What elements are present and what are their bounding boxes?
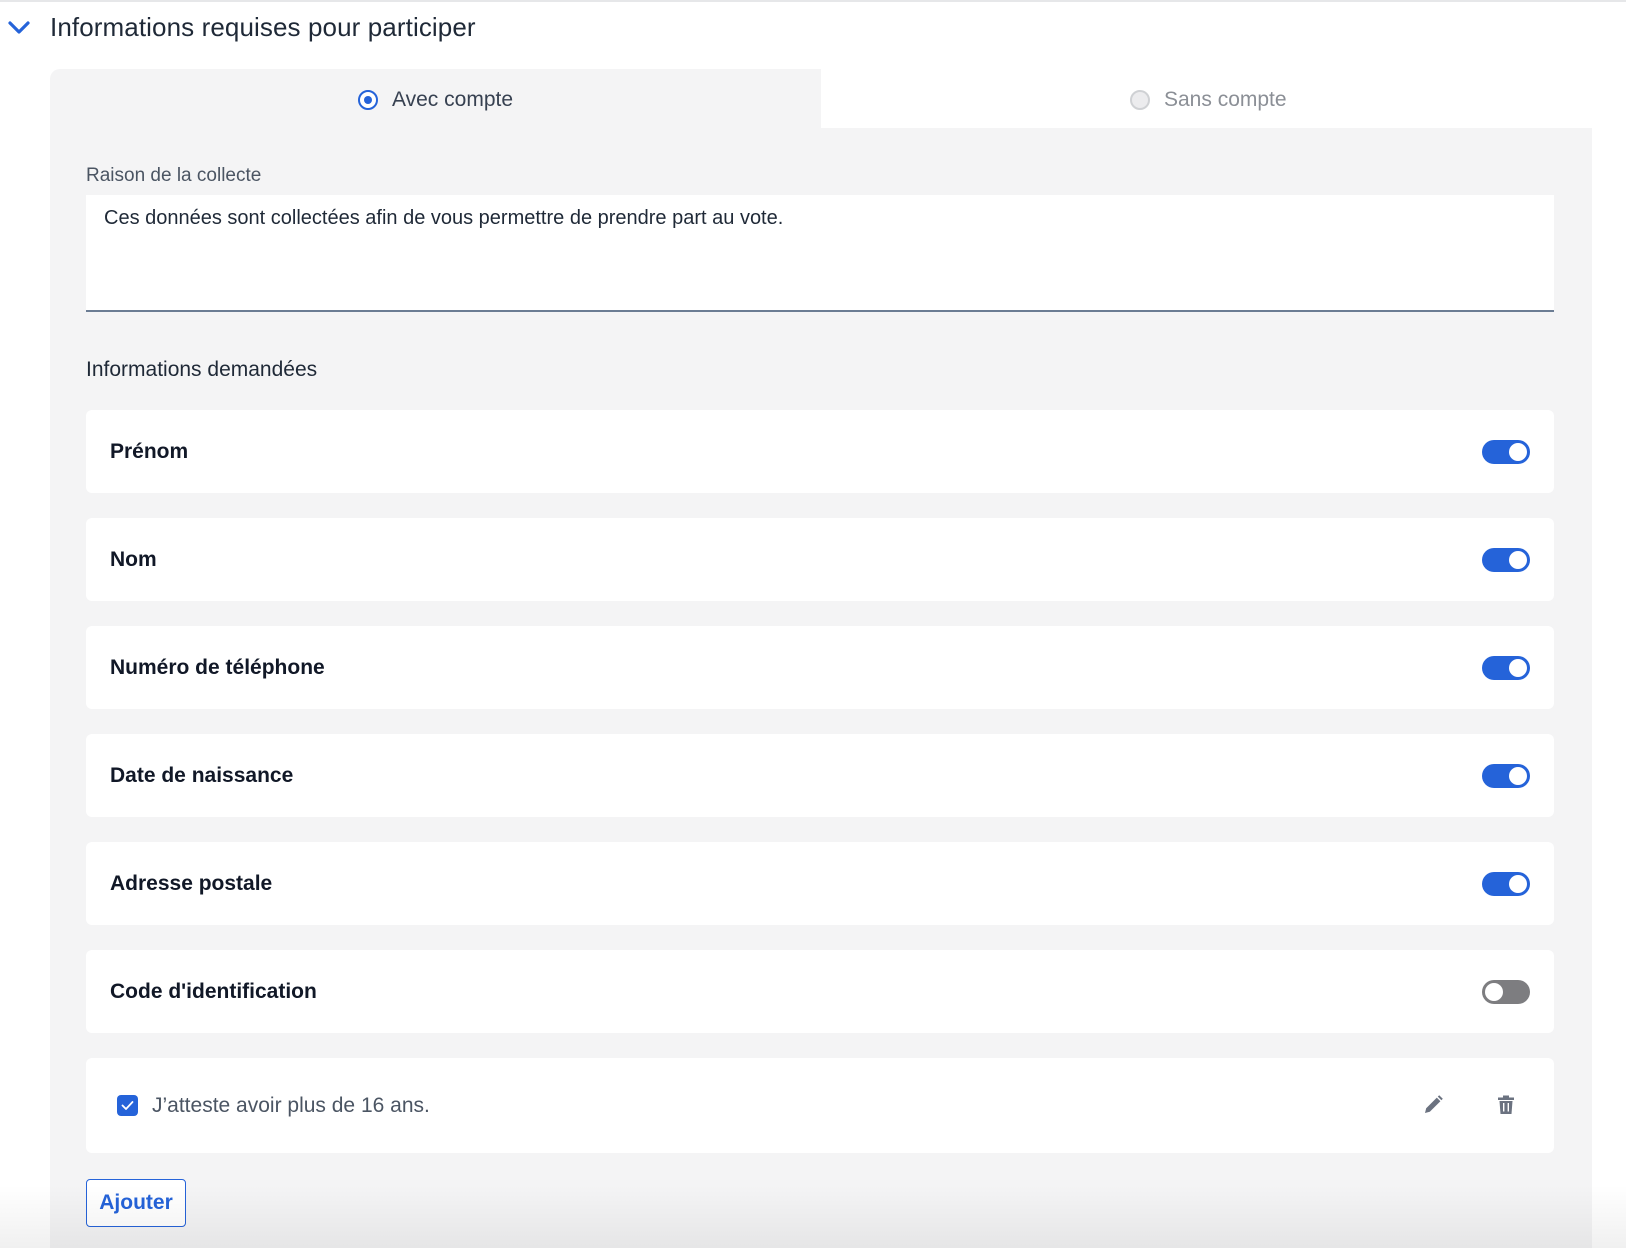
toggle-code-identification[interactable] <box>1482 980 1530 1004</box>
tab-avec-compte[interactable]: Avec compte <box>358 69 513 131</box>
info-row-label: Code d'identification <box>110 980 317 1003</box>
info-row-date-naissance: Date de naissance <box>86 734 1554 817</box>
radio-avec-compte[interactable] <box>358 90 378 110</box>
toggle-adresse-postale[interactable] <box>1482 872 1530 896</box>
toggle-knob <box>1509 551 1527 569</box>
delete-button[interactable] <box>1494 1093 1518 1117</box>
requested-info-heading: Informations demandées <box>86 358 318 381</box>
info-row-label: Adresse postale <box>110 872 273 895</box>
info-row-label: Date de naissance <box>110 764 294 787</box>
toggle-knob <box>1485 983 1503 1001</box>
toggle-prenom[interactable] <box>1482 440 1530 464</box>
toggle-nom[interactable] <box>1482 548 1530 572</box>
toggle-knob <box>1509 659 1527 677</box>
trash-icon <box>1498 1095 1514 1114</box>
top-divider <box>0 0 1626 2</box>
toggle-knob <box>1509 767 1527 785</box>
section-header[interactable]: Informations requises pour participer <box>0 8 1626 48</box>
radio-sans-compte[interactable] <box>1130 90 1150 110</box>
collection-reason-label: Raison de la collecte <box>86 165 262 186</box>
attest-checkbox[interactable] <box>117 1095 138 1116</box>
custom-field-text: J’atteste avoir plus de 16 ans. <box>152 1094 430 1117</box>
toggle-knob <box>1509 443 1527 461</box>
toggle-knob <box>1509 875 1527 893</box>
info-row-adresse-postale: Adresse postale <box>86 842 1554 925</box>
info-row-prenom: Prénom <box>86 410 1554 493</box>
info-row-label: Nom <box>110 548 157 571</box>
add-button[interactable]: Ajouter <box>86 1179 186 1227</box>
info-row-telephone: Numéro de téléphone <box>86 626 1554 709</box>
toggle-telephone[interactable] <box>1482 656 1530 680</box>
info-row-label: Prénom <box>110 440 189 463</box>
tab-sans-compte[interactable]: Sans compte <box>1130 69 1287 131</box>
tab-avec-compte-label: Avec compte <box>392 88 514 111</box>
info-row-code-identification: Code d'identification <box>86 950 1554 1033</box>
edit-button[interactable] <box>1421 1093 1445 1117</box>
section-title: Informations requises pour participer <box>50 12 476 42</box>
custom-field-row: J’atteste avoir plus de 16 ans. <box>86 1058 1554 1153</box>
pencil-icon <box>1425 1095 1443 1113</box>
check-icon <box>121 1101 134 1110</box>
toggle-date-naissance[interactable] <box>1482 764 1530 788</box>
chevron-down-icon[interactable] <box>6 18 32 38</box>
info-row-nom: Nom <box>86 518 1554 601</box>
collection-reason-textarea[interactable]: Ces données sont collectées afin de vous… <box>86 195 1554 312</box>
tab-sans-compte-label: Sans compte <box>1164 88 1287 111</box>
info-row-label: Numéro de téléphone <box>110 656 325 679</box>
